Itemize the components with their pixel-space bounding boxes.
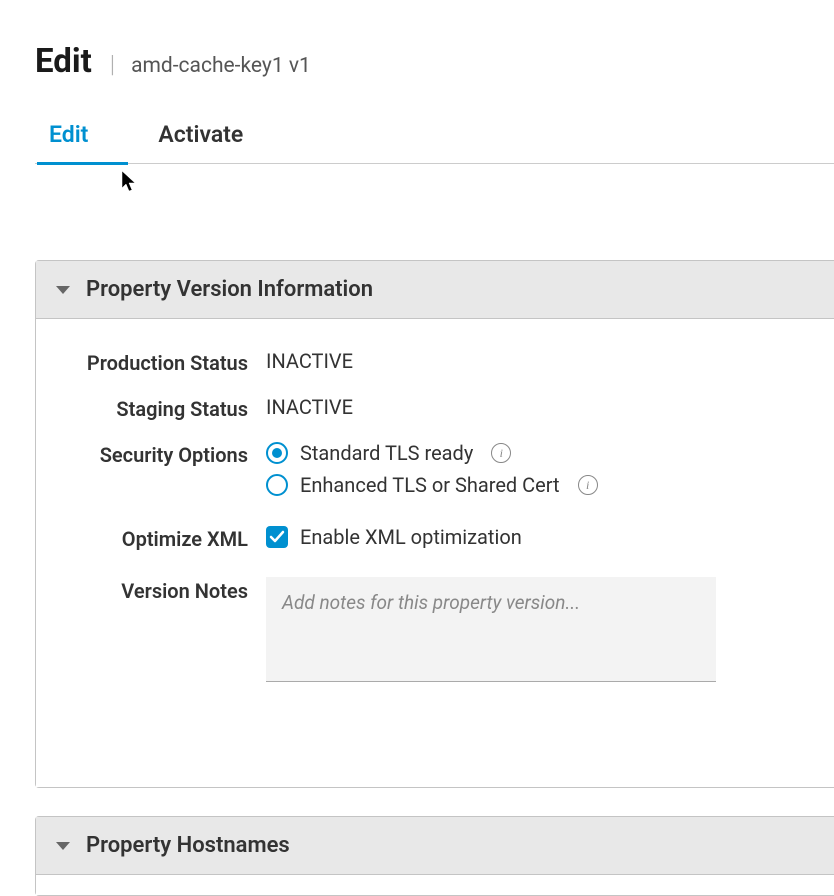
header-title-row: Edit | amd-cache-key1 v1 xyxy=(35,42,834,81)
panel-title: Property Hostnames xyxy=(86,833,290,858)
row-version-notes: Version Notes xyxy=(76,577,794,687)
tab-edit[interactable]: Edit xyxy=(37,109,128,165)
cursor-icon xyxy=(122,171,140,199)
panel-header-property-version-info[interactable]: Property Version Information xyxy=(36,261,834,319)
header-divider: | xyxy=(110,50,115,78)
label-version-notes: Version Notes xyxy=(76,577,266,603)
value-security-options: Standard TLS ready i Enhanced TLS or Sha… xyxy=(266,441,794,505)
row-optimize-xml: Optimize XML Enable XML optimization xyxy=(76,525,794,557)
radio-label-enhanced-tls: Enhanced TLS or Shared Cert xyxy=(300,473,560,497)
radio-standard-tls[interactable]: Standard TLS ready i xyxy=(266,441,794,465)
page-title: Edit xyxy=(35,42,92,81)
info-icon[interactable]: i xyxy=(491,443,511,463)
value-optimize-xml: Enable XML optimization xyxy=(266,525,794,557)
chevron-down-icon xyxy=(56,842,70,850)
tab-activate[interactable]: Activate xyxy=(128,109,273,163)
label-production-status: Production Status xyxy=(76,349,266,375)
checkbox-checked-icon xyxy=(266,526,288,548)
radio-enhanced-tls[interactable]: Enhanced TLS or Shared Cert i xyxy=(266,473,794,497)
page-subtitle: amd-cache-key1 v1 xyxy=(131,54,311,78)
checkbox-label-enable-xml: Enable XML optimization xyxy=(300,525,522,549)
row-staging-status: Staging Status INACTIVE xyxy=(76,395,794,421)
value-production-status: INACTIVE xyxy=(266,349,794,373)
panel-body-property-hostnames xyxy=(36,875,834,895)
radio-button-icon xyxy=(266,442,288,464)
panel-property-version-info: Property Version Information Production … xyxy=(35,260,834,788)
chevron-down-icon xyxy=(56,286,70,294)
tab-bar: Edit Activate xyxy=(35,109,834,164)
radio-button-icon xyxy=(266,474,288,496)
label-security-options: Security Options xyxy=(76,441,266,467)
checkbox-enable-xml[interactable]: Enable XML optimization xyxy=(266,525,794,549)
version-notes-input[interactable] xyxy=(266,577,716,682)
info-icon[interactable]: i xyxy=(578,475,598,495)
panel-property-hostnames: Property Hostnames xyxy=(35,816,834,896)
radio-label-standard-tls: Standard TLS ready xyxy=(300,441,473,465)
label-staging-status: Staging Status xyxy=(76,395,266,421)
panel-header-property-hostnames[interactable]: Property Hostnames xyxy=(36,817,834,875)
row-security-options: Security Options Standard TLS ready i En… xyxy=(76,441,794,505)
value-staging-status: INACTIVE xyxy=(266,395,794,419)
row-production-status: Production Status INACTIVE xyxy=(76,349,794,375)
value-version-notes xyxy=(266,577,794,687)
panel-title: Property Version Information xyxy=(86,277,373,302)
panel-body-property-version-info: Production Status INACTIVE Staging Statu… xyxy=(36,319,834,787)
label-optimize-xml: Optimize XML xyxy=(76,525,266,551)
page-header: Edit | amd-cache-key1 v1 xyxy=(0,0,834,81)
